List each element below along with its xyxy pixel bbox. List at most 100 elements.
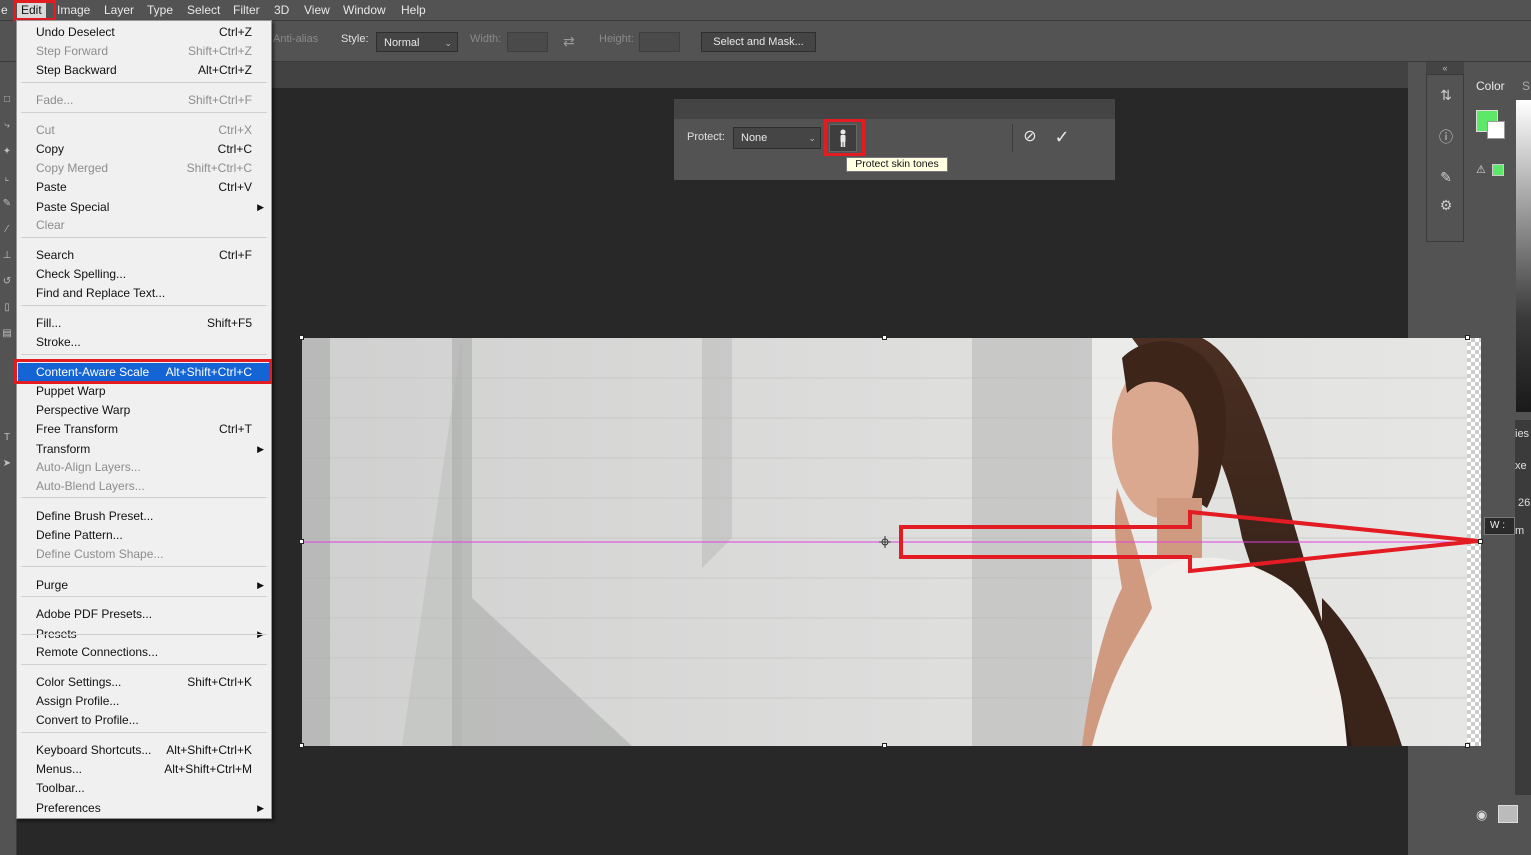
menu-item-define-custom-shape: Define Custom Shape... — [18, 545, 270, 564]
menu-item-define-pattern[interactable]: Define Pattern... — [18, 526, 270, 545]
submenu-arrow-icon: ▶ — [257, 803, 264, 813]
menu-item-fade: Fade... Shift+Ctrl+F — [18, 91, 270, 110]
protect-select[interactable]: None ⌄ — [733, 127, 821, 149]
handle-bottom-left[interactable] — [299, 743, 304, 748]
menu-item-shortcut: Shift+Ctrl+F — [187, 93, 252, 107]
menu-item-shortcut: Shift+Ctrl+K — [187, 675, 252, 689]
menu-item-label: Find and Replace Text... — [36, 286, 166, 300]
menu-item-label: Define Brush Preset... — [36, 509, 154, 523]
menu-item-label: Assign Profile... — [36, 694, 120, 708]
menu-item-label: Check Spelling... — [36, 267, 127, 281]
menu-item-shortcut: Alt+Shift+Ctrl+K — [166, 743, 252, 757]
menu-item-label: Puppet Warp — [36, 384, 106, 398]
width-readout: W : — [1484, 517, 1515, 535]
menu-item-preferences[interactable]: Preferences ▶ — [18, 799, 270, 818]
menu-item-convert-to-profile[interactable]: Convert to Profile... — [18, 711, 270, 730]
menu-item-label: Remote Connections... — [36, 645, 159, 659]
menu-item-label: Undo Deselect — [36, 25, 115, 39]
menu-item-assign-profile[interactable]: Assign Profile... — [18, 692, 270, 711]
menu-item-label: Paste — [36, 180, 67, 194]
menu-item-label: Auto-Blend Layers... — [36, 479, 145, 493]
menu-separator — [21, 664, 267, 665]
menu-item-label: Auto-Align Layers... — [36, 460, 141, 474]
menu-item-paste-special[interactable]: Paste Special ▶ — [18, 198, 270, 217]
menu-item-label: Transform — [36, 442, 91, 456]
menu-item-check-spelling[interactable]: Check Spelling... — [18, 265, 270, 284]
handle-top-left[interactable] — [299, 335, 304, 340]
panel-header — [674, 99, 1115, 119]
menu-item-menus[interactable]: Menus... Alt+Shift+Ctrl+M — [18, 760, 270, 779]
edit-menu: Undo Deselect Ctrl+Z Step Forward Shift+Ctr… — [16, 20, 272, 819]
menu-item-undo-deselect[interactable]: Undo Deselect Ctrl+Z — [18, 23, 270, 42]
menu-item-label: Copy — [36, 142, 65, 156]
menu-separator — [21, 112, 267, 113]
menu-item-shortcut: Ctrl+F — [219, 248, 252, 262]
cancel-icon[interactable]: ⊘ — [1020, 127, 1040, 147]
menu-separator — [21, 566, 267, 567]
handle-middle-left[interactable] — [299, 539, 304, 544]
menu-item-label: Paste Special — [36, 200, 110, 214]
menu-item-label: Fade... — [36, 93, 74, 107]
menu-item-label: Adobe PDF Presets... — [36, 607, 153, 621]
menu-item-free-transform[interactable]: Free Transform Ctrl+T — [18, 420, 270, 439]
submenu-arrow-icon: ▶ — [257, 444, 264, 454]
commit-checkmark-icon[interactable]: ✓ — [1052, 127, 1072, 147]
menu-item-fill[interactable]: Fill... Shift+F5 — [18, 314, 270, 333]
menu-item-shortcut: Ctrl+C — [217, 142, 252, 156]
menu-item-adobe-pdf-presets[interactable]: Adobe PDF Presets... — [18, 605, 270, 624]
content-aware-scale-highlight-box — [14, 359, 272, 384]
menu-item-label: Copy Merged — [36, 161, 109, 175]
menu-item-label: Clear — [36, 218, 65, 232]
menu-separator — [21, 237, 267, 238]
menu-item-paste[interactable]: Paste Ctrl+V — [18, 178, 270, 197]
menu-separator — [21, 82, 267, 83]
menu-item-keyboard-shortcuts[interactable]: Keyboard Shortcuts... Alt+Shift+Ctrl+K — [18, 741, 270, 760]
reference-point-icon[interactable] — [879, 536, 891, 548]
menu-item-label: Step Backward — [36, 63, 117, 77]
skin-button-highlight-box — [824, 119, 865, 156]
chevron-down-icon: ⌄ — [808, 133, 816, 143]
menu-item-label: Search — [36, 248, 75, 262]
menu-item-search[interactable]: Search Ctrl+F — [18, 246, 270, 265]
menu-item-purge[interactable]: Purge ▶ — [18, 576, 270, 595]
menu-item-clear: Clear — [18, 216, 270, 235]
menu-item-toolbar[interactable]: Toolbar... — [18, 779, 270, 798]
menu-item-shortcut: Ctrl+Z — [219, 25, 252, 39]
menu-item-color-settings[interactable]: Color Settings... Shift+Ctrl+K — [18, 673, 270, 692]
menu-item-label: Preferences — [36, 801, 101, 815]
tooltip: Protect skin tones — [846, 157, 948, 172]
menu-item-copy[interactable]: Copy Ctrl+C — [18, 140, 270, 159]
menu-item-stroke[interactable]: Stroke... — [18, 333, 270, 352]
handle-top-center[interactable] — [882, 335, 887, 340]
menu-separator — [21, 497, 267, 498]
menu-item-transform[interactable]: Transform ▶ — [18, 440, 270, 459]
menu-item-shortcut: Ctrl+V — [218, 180, 252, 194]
handle-bottom-center[interactable] — [882, 743, 887, 748]
menu-item-puppet-warp[interactable]: Puppet Warp — [18, 382, 270, 401]
menu-separator — [21, 596, 267, 597]
menu-item-label: Stroke... — [36, 335, 81, 349]
menu-item-shortcut: Ctrl+T — [219, 422, 252, 436]
menu-item-label: Define Custom Shape... — [36, 547, 164, 561]
menu-item-shortcut: Ctrl+X — [218, 123, 252, 137]
menu-item-label: Step Forward — [36, 44, 109, 58]
menu-item-label: Convert to Profile... — [36, 713, 139, 727]
menu-item-label: Keyboard Shortcuts... — [36, 743, 152, 757]
menu-item-cut: Cut Ctrl+X — [18, 121, 270, 140]
menu-item-label: Cut — [36, 123, 55, 137]
handle-bottom-right[interactable] — [1465, 743, 1470, 748]
protect-value: None — [741, 132, 768, 144]
menu-item-find-and-replace-text[interactable]: Find and Replace Text... — [18, 284, 270, 303]
handle-top-right[interactable] — [1465, 335, 1470, 340]
submenu-arrow-icon: ▶ — [257, 202, 264, 212]
handle-middle-right[interactable] — [1478, 539, 1483, 544]
menu-item-define-brush-preset[interactable]: Define Brush Preset... — [18, 507, 270, 526]
menu-item-shortcut: Shift+Ctrl+C — [186, 161, 252, 175]
menu-item-label: Fill... — [36, 316, 62, 330]
menu-item-perspective-warp[interactable]: Perspective Warp — [18, 401, 270, 420]
divider — [1012, 124, 1013, 152]
menu-item-shortcut: Shift+Ctrl+Z — [187, 44, 252, 58]
menu-item-remote-connections[interactable]: Remote Connections... — [18, 643, 270, 662]
menu-item-step-backward[interactable]: Step Backward Alt+Ctrl+Z — [18, 61, 270, 80]
menu-item-shortcut: Alt+Ctrl+Z — [197, 63, 252, 77]
